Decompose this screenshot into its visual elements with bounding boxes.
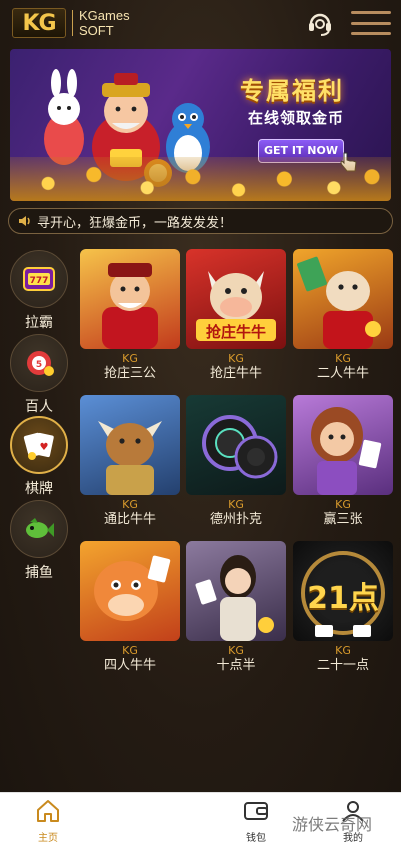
announcement-bar[interactable]: 寻开心，狂爆金币，一路发发发！ xyxy=(8,208,393,234)
svg-text:777: 777 xyxy=(30,276,49,286)
nav-wallet[interactable]: 钱包 xyxy=(226,799,286,844)
game-card[interactable]: 21点 KG 二十一点 xyxy=(293,541,393,674)
game-thumbnail xyxy=(293,395,393,495)
menu-bar xyxy=(351,32,391,35)
game-brand: KG xyxy=(335,352,351,365)
category-cards-circle: ♥ xyxy=(10,416,68,474)
speaker-icon xyxy=(19,216,30,226)
svg-text:5: 5 xyxy=(36,360,42,370)
wallet-icon xyxy=(244,802,268,820)
game-card[interactable]: KG 十点半 xyxy=(186,541,286,674)
header: KG KGames SOFT xyxy=(0,0,401,46)
game-thumbnail xyxy=(80,541,180,641)
header-actions xyxy=(303,6,391,40)
game-card[interactable]: 抢庄牛牛 KG 抢庄牛牛 xyxy=(186,249,286,382)
logo-text: KGames SOFT xyxy=(79,8,130,38)
category-label: 百人 xyxy=(25,399,53,415)
game-card[interactable]: KG 赢三张 xyxy=(293,395,393,528)
game-thumbnail xyxy=(80,249,180,349)
game-name: 赢三张 xyxy=(323,512,363,527)
game-name: 二十一点 xyxy=(316,658,369,673)
game-card[interactable]: KG 四人牛牛 xyxy=(80,541,180,674)
game-name: 十点半 xyxy=(216,658,256,673)
menu-bar xyxy=(351,21,391,25)
app-root: KG KGames SOFT 专属福利 在线领取金币 GET IT NOW 寻开… xyxy=(0,0,401,850)
game-name: 抢庄三公 xyxy=(103,366,156,381)
customer-support-button[interactable] xyxy=(303,6,337,40)
category-label: 捕鱼 xyxy=(25,565,53,581)
watermark-text: 游侠云奇网 xyxy=(292,815,373,834)
nav-label: 钱包 xyxy=(246,833,266,844)
slot-machine-icon: 777 xyxy=(23,267,55,291)
game-thumbnail xyxy=(186,395,286,495)
game-name: 四人牛牛 xyxy=(103,658,156,673)
promo-banner[interactable]: 专属福利 在线领取金币 GET IT NOW xyxy=(10,49,391,201)
category-fishing-circle xyxy=(10,500,68,558)
category-multiplayer-circle: 5 xyxy=(10,334,68,392)
card-girl-art xyxy=(311,407,382,495)
menu-bar xyxy=(351,11,391,14)
category-label: 棋牌 xyxy=(25,481,53,497)
game-card[interactable]: KG 德州扑克 xyxy=(186,395,286,528)
game-brand: KG xyxy=(335,644,351,657)
banner-coins-decoration xyxy=(10,157,391,201)
game-name: 二人牛牛 xyxy=(316,366,369,381)
announcement-text: 寻开心，狂爆金币，一路发发发！ xyxy=(37,215,233,231)
bull-with-money-art xyxy=(297,256,381,349)
category-label: 拉霸 xyxy=(25,315,53,331)
thumbnail-caption: 抢庄牛牛 xyxy=(205,323,266,341)
game-thumbnail: 抢庄牛牛 xyxy=(186,249,286,349)
banner-title: 专属福利 xyxy=(240,77,344,105)
game-brand: KG xyxy=(228,498,244,511)
nav-label: 主页 xyxy=(38,833,58,844)
logo-line-1: KGames xyxy=(79,8,130,23)
headset-icon xyxy=(309,13,331,36)
game-brand: KG xyxy=(122,644,138,657)
game-name: 抢庄牛牛 xyxy=(209,366,262,381)
fish-icon xyxy=(26,518,54,538)
nav-home[interactable]: 主页 xyxy=(18,799,78,844)
svg-text:♥: ♥ xyxy=(40,442,49,453)
thumbnail-caption: 21点 xyxy=(307,581,379,616)
lottery-ball-icon: 5 xyxy=(27,351,54,376)
game-card[interactable]: KG 抢庄三公 xyxy=(80,249,180,382)
viking-bull-art xyxy=(98,421,162,495)
poker-chips-art xyxy=(202,415,278,479)
game-thumbnail: 21点 xyxy=(293,541,393,641)
brand-logo[interactable]: KG KGames SOFT xyxy=(12,8,130,38)
game-thumbnail xyxy=(186,541,286,641)
game-card[interactable]: KG 二人牛牛 xyxy=(293,249,393,382)
game-name: 通比牛牛 xyxy=(103,512,156,527)
god-of-wealth-art xyxy=(102,263,158,349)
dealer-lady-art xyxy=(195,555,274,641)
game-brand: KG xyxy=(122,498,138,511)
game-thumbnail xyxy=(80,395,180,495)
bottom-navigation: 主页 钱包 我的 游侠云奇网 xyxy=(0,792,401,850)
menu-button[interactable] xyxy=(351,8,391,38)
game-thumbnail xyxy=(293,249,393,349)
category-slots-circle: 777 xyxy=(10,250,68,308)
game-name: 德州扑克 xyxy=(209,512,262,527)
logo-line-2: SOFT xyxy=(79,23,114,38)
game-brand: KG xyxy=(228,352,244,365)
game-brand: KG xyxy=(335,498,351,511)
playing-cards-icon: ♥ xyxy=(23,432,54,460)
logo-mark: KG xyxy=(12,8,66,38)
game-brand: KG xyxy=(228,644,244,657)
category-multiplayer[interactable]: 5 百人 xyxy=(10,334,68,416)
game-brand: KG xyxy=(122,352,138,365)
banner-subtitle: 在线领取金币 xyxy=(248,109,345,127)
logo-divider xyxy=(72,10,73,36)
cute-bull-art xyxy=(94,555,171,621)
category-slots[interactable]: 777 拉霸 xyxy=(10,250,68,332)
game-card[interactable]: KG 通比牛牛 xyxy=(80,395,180,528)
category-cards[interactable]: ♥ 棋牌 xyxy=(10,416,68,498)
category-fishing[interactable]: 捕鱼 xyxy=(10,500,68,582)
home-icon xyxy=(37,800,59,822)
